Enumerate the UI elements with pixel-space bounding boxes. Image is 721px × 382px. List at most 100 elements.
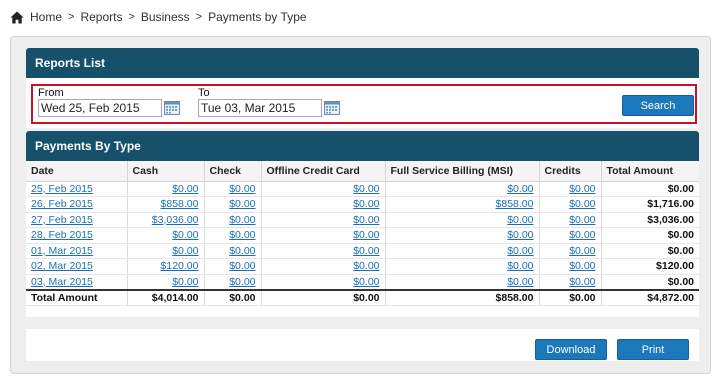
date-link[interactable]: 28, Feb 2015 (31, 229, 93, 241)
cell-date: 01, Mar 2015 (26, 243, 128, 259)
cell-cash: $858.00 (127, 196, 205, 213)
amount-link[interactable]: $0.00 (507, 229, 533, 241)
table-row: 27, Feb 2015 $3,036.00 $0.00 $0.00 $0.00 $0.0… (26, 212, 699, 228)
cell-cash: $0.00 (127, 227, 205, 244)
amount-link[interactable]: $0.00 (569, 214, 595, 226)
amount-link[interactable]: $0.00 (229, 198, 255, 210)
home-icon[interactable] (10, 11, 24, 24)
payments-title: Payments By Type (26, 131, 699, 161)
amount-link[interactable]: $0.00 (229, 260, 255, 272)
cell-full-service-billing: $858.00 (385, 196, 540, 213)
from-calendar-icon[interactable] (164, 101, 180, 115)
column-header-offline-credit-card: Offline Credit Card (261, 161, 386, 182)
breadcrumb-reports[interactable]: Reports (80, 10, 122, 24)
amount-link[interactable]: $0.00 (507, 260, 533, 272)
amount-link[interactable]: $0.00 (507, 276, 533, 288)
breadcrumb: Home > Reports > Business > Payments by … (10, 9, 307, 25)
print-button[interactable]: Print (617, 339, 689, 360)
cell-offline-credit-card: $0.00 (261, 274, 386, 290)
reports-list-title: Reports List (26, 48, 699, 78)
cell-date: 26, Feb 2015 (26, 196, 128, 213)
date-link[interactable]: 27, Feb 2015 (31, 214, 93, 226)
breadcrumb-business[interactable]: Business (141, 10, 190, 24)
breadcrumb-home[interactable]: Home (30, 10, 62, 24)
total-offline-credit-card: $0.00 (261, 288, 386, 306)
amount-link[interactable]: $0.00 (353, 229, 379, 241)
amount-link[interactable]: $0.00 (353, 245, 379, 257)
cell-total-amount: $0.00 (601, 181, 699, 197)
download-button[interactable]: Download (535, 339, 607, 360)
table-row: 02, Mar 2015 $120.00 $0.00 $0.00 $0.00 $0.00 $… (26, 258, 699, 275)
amount-link[interactable]: $0.00 (229, 276, 255, 288)
date-link[interactable]: 26, Feb 2015 (31, 198, 93, 210)
from-date-field[interactable]: Wed 25, Feb 2015 (38, 99, 162, 117)
amount-link[interactable]: $0.00 (353, 198, 379, 210)
cell-check: $0.00 (204, 258, 262, 275)
amount-link[interactable]: $0.00 (353, 183, 379, 195)
amount-link[interactable]: $0.00 (229, 229, 255, 241)
cell-check: $0.00 (204, 212, 262, 228)
totals-label: Total Amount (26, 288, 128, 306)
cell-total-amount: $1,716.00 (601, 196, 699, 213)
to-date-field[interactable]: Tue 03, Mar 2015 (198, 99, 322, 117)
from-label: From (38, 87, 64, 99)
amount-link[interactable]: $0.00 (353, 214, 379, 226)
breadcrumb-separator: > (195, 11, 203, 23)
cell-offline-credit-card: $0.00 (261, 227, 386, 244)
amount-link[interactable]: $0.00 (507, 245, 533, 257)
date-link[interactable]: 25, Feb 2015 (31, 183, 93, 195)
cell-total-amount: $0.00 (601, 274, 699, 290)
to-calendar-icon[interactable] (324, 101, 340, 115)
date-link[interactable]: 03, Mar 2015 (31, 276, 93, 288)
date-link[interactable]: 01, Mar 2015 (31, 245, 93, 257)
amount-link[interactable]: $0.00 (229, 183, 255, 195)
amount-link[interactable]: $0.00 (569, 183, 595, 195)
amount-link[interactable]: $0.00 (569, 229, 595, 241)
amount-link[interactable]: $0.00 (569, 276, 595, 288)
amount-link[interactable]: $0.00 (229, 245, 255, 257)
amount-link[interactable]: $120.00 (161, 260, 199, 272)
cell-credits: $0.00 (539, 258, 602, 275)
cell-credits: $0.00 (539, 243, 602, 259)
breadcrumb-current: Payments by Type (208, 10, 307, 24)
cell-check: $0.00 (204, 243, 262, 259)
amount-link[interactable]: $0.00 (569, 245, 595, 257)
amount-link[interactable]: $0.00 (172, 183, 198, 195)
amount-link[interactable]: $0.00 (229, 214, 255, 226)
date-link[interactable]: 02, Mar 2015 (31, 260, 93, 272)
cell-check: $0.00 (204, 181, 262, 197)
table-row: 26, Feb 2015 $858.00 $0.00 $0.00 $858.00 $0.0… (26, 196, 699, 213)
amount-link[interactable]: $3,036.00 (152, 214, 199, 226)
cell-offline-credit-card: $0.00 (261, 212, 386, 228)
cell-check: $0.00 (204, 227, 262, 244)
cell-full-service-billing: $0.00 (385, 212, 540, 228)
total-amount: $4,872.00 (601, 288, 699, 306)
payments-table: Date Cash Check Offline Credit Card Full… (26, 161, 699, 306)
amount-link[interactable]: $858.00 (496, 198, 534, 210)
cell-full-service-billing: $0.00 (385, 258, 540, 275)
cell-total-amount: $0.00 (601, 227, 699, 244)
breadcrumb-separator: > (68, 11, 75, 23)
column-header-check: Check (204, 161, 262, 182)
search-button[interactable]: Search (622, 95, 694, 116)
amount-link[interactable]: $0.00 (569, 260, 595, 272)
cell-full-service-billing: $0.00 (385, 227, 540, 244)
cell-credits: $0.00 (539, 274, 602, 290)
cell-offline-credit-card: $0.00 (261, 258, 386, 275)
amount-link[interactable]: $0.00 (507, 183, 533, 195)
amount-link[interactable]: $0.00 (172, 229, 198, 241)
amount-link[interactable]: $0.00 (353, 276, 379, 288)
amount-link[interactable]: $0.00 (172, 276, 198, 288)
amount-link[interactable]: $0.00 (507, 214, 533, 226)
cell-total-amount: $120.00 (601, 258, 699, 275)
amount-link[interactable]: $858.00 (161, 198, 199, 210)
amount-link[interactable]: $0.00 (569, 198, 595, 210)
column-header-total-amount: Total Amount (601, 161, 699, 182)
amount-link[interactable]: $0.00 (353, 260, 379, 272)
total-full-service-billing: $858.00 (385, 288, 540, 306)
table-row: 03, Mar 2015 $0.00 $0.00 $0.00 $0.00 $0.00 $0.… (26, 274, 699, 290)
cell-cash: $3,036.00 (127, 212, 205, 228)
cell-check: $0.00 (204, 196, 262, 213)
total-check: $0.00 (204, 288, 262, 306)
amount-link[interactable]: $0.00 (172, 245, 198, 257)
